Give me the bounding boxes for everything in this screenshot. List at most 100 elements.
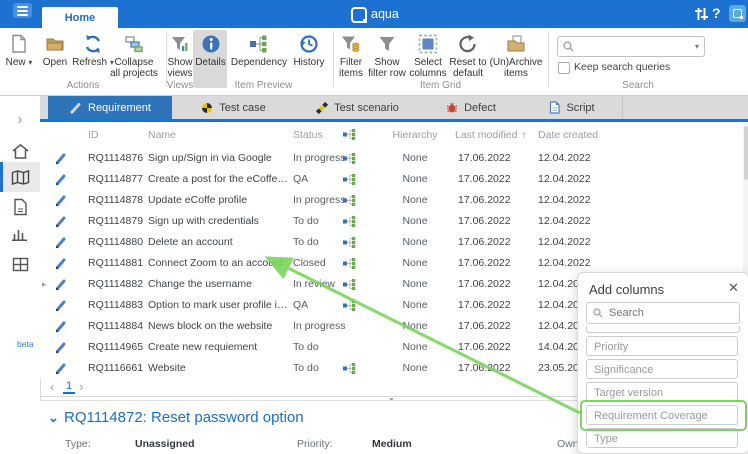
row-hierarchy: None xyxy=(380,152,450,164)
table-row[interactable]: RQ1114879 Sign up with credentials To do… xyxy=(40,211,743,232)
popup-search-box xyxy=(586,302,740,324)
group-separator xyxy=(548,31,549,87)
tab-test-scenario[interactable]: Test scenario xyxy=(295,96,421,119)
row-last-modified: 17.06.2022 xyxy=(458,341,511,353)
table-row[interactable]: RQ1114878 Update eCoffe profile In progr… xyxy=(40,190,743,211)
search-input[interactable] xyxy=(578,40,695,54)
aqua-logo-icon xyxy=(351,7,367,23)
dependency-indicator-icon xyxy=(343,174,356,185)
row-id: RQ1114884 xyxy=(88,320,143,332)
row-id: RQ1114882 xyxy=(88,278,143,290)
table-row[interactable]: RQ1114880 Delete an account To do None 1… xyxy=(40,232,743,253)
table-row[interactable]: RQ1114877 Create a post for the eCoffee … xyxy=(40,169,743,190)
collapse-chevron-icon[interactable] xyxy=(48,410,59,426)
column-item-type[interactable]: Type xyxy=(586,428,738,448)
search-dropdown-caret-icon[interactable] xyxy=(695,42,699,51)
table-row[interactable]: RQ1114881 Connect Zoom to an account Clo… xyxy=(40,253,743,274)
row-id: RQ1114877 xyxy=(88,173,143,185)
sidebar-item-reports[interactable] xyxy=(0,218,40,248)
keep-search-queries-checkbox[interactable] xyxy=(558,62,570,74)
column-header-date-created[interactable]: Date created xyxy=(538,129,598,141)
ribbon-tab-home[interactable]: Home xyxy=(42,7,118,28)
row-hierarchy: None xyxy=(380,341,450,353)
requirement-icon xyxy=(54,362,67,375)
tab-requirement[interactable]: Requirement xyxy=(48,96,172,119)
group-label-item-preview: Item Preview xyxy=(194,80,333,91)
item-type-tabstrip: Requirement Test case Test scenario Defe… xyxy=(40,96,748,119)
requirement-icon xyxy=(54,215,67,228)
row-name: Sign up with credentials xyxy=(148,215,290,227)
search-icon xyxy=(593,308,603,318)
settings-sliders-icon[interactable] xyxy=(694,7,709,21)
chat-icon[interactable] xyxy=(729,5,746,22)
grid-header: ID Name Status Hierarchy Last modified D… xyxy=(40,122,743,149)
open-folder-icon xyxy=(44,33,66,55)
row-status: In progress xyxy=(293,152,346,164)
hamburger-menu-icon[interactable] xyxy=(13,3,32,18)
row-name: Option to mark user profile informati... xyxy=(148,299,290,311)
defect-bug-icon xyxy=(446,102,458,114)
column-item-priority[interactable]: Priority xyxy=(586,336,738,356)
sidebar-item-projects[interactable] xyxy=(0,162,40,192)
refresh-icon xyxy=(82,33,104,55)
group-label-views: Views xyxy=(166,80,194,91)
row-last-modified: 17.06.2022 xyxy=(458,320,511,332)
priority-value: Medium xyxy=(372,438,412,450)
home-icon xyxy=(11,143,30,160)
column-item-significance[interactable]: Significance xyxy=(586,359,738,379)
row-status: Closed xyxy=(293,257,326,269)
popup-search-input[interactable] xyxy=(607,306,739,320)
page-number[interactable]: 1 xyxy=(63,380,75,394)
column-header-dependency-icon[interactable] xyxy=(343,129,356,140)
dropdown-caret-icon xyxy=(28,58,32,67)
close-icon[interactable] xyxy=(728,280,739,296)
tab-test-case[interactable]: Test case xyxy=(172,96,296,119)
tab-script[interactable]: Script xyxy=(522,96,623,119)
row-id: RQ1114965 xyxy=(88,341,143,353)
column-header-hierarchy[interactable]: Hierarchy xyxy=(380,129,450,141)
row-expander-icon[interactable] xyxy=(42,279,47,290)
app-title: aqua xyxy=(371,7,399,21)
bar-chart-icon xyxy=(11,226,29,241)
row-id: RQ1114879 xyxy=(88,215,143,227)
row-id: RQ1114878 xyxy=(88,194,143,206)
column-header-status[interactable]: Status xyxy=(293,129,323,141)
column-header-last-modified[interactable]: Last modified xyxy=(455,129,526,141)
column-item-requirement-coverage[interactable]: Requirement Coverage xyxy=(586,405,738,425)
column-header-name[interactable]: Name xyxy=(148,129,176,141)
history-clock-icon xyxy=(298,33,320,55)
row-name: News block on the website xyxy=(148,320,290,332)
script-icon xyxy=(549,101,560,114)
collapse-projects-icon xyxy=(123,33,145,55)
row-last-modified: 17.06.2022 xyxy=(458,257,511,269)
search-icon xyxy=(563,41,574,52)
show-views-icon xyxy=(169,33,191,55)
row-status: QA xyxy=(293,299,308,311)
tab-defect[interactable]: Defect xyxy=(420,96,523,119)
test-scenario-icon xyxy=(316,102,328,114)
row-date-created: 12.04.2022 xyxy=(538,257,591,269)
help-icon[interactable] xyxy=(712,5,721,21)
ribbon-search-box xyxy=(557,36,705,57)
column-item-target-version[interactable]: Target version xyxy=(586,382,738,402)
dependency-indicator-icon xyxy=(343,195,356,206)
sidebar-expand-button[interactable] xyxy=(0,104,40,134)
vertical-scrollbar-thumb[interactable] xyxy=(744,126,748,180)
row-name: Change the username xyxy=(148,278,290,290)
page-previous-icon[interactable]: ‹ xyxy=(50,379,54,394)
page-next-icon[interactable]: › xyxy=(79,379,83,394)
new-document-icon xyxy=(8,33,30,55)
column-header-id[interactable]: ID xyxy=(88,129,99,141)
ribbon-toolbar: New Open Refresh Collapse all projects xyxy=(0,28,748,96)
aqua-app-window: Home aqua New Open xyxy=(0,0,748,454)
archive-folder-icon xyxy=(505,33,527,55)
group-label-search: Search xyxy=(548,80,728,91)
sidebar-item-boards[interactable] xyxy=(0,249,40,279)
table-row[interactable]: RQ1114876 Sign up/Sign in via Google In … xyxy=(40,148,743,169)
preview-item-title[interactable]: RQ1114872: Reset password option xyxy=(64,409,304,426)
row-name: Delete an account xyxy=(148,236,290,248)
row-date-created: 12.04.2022 xyxy=(538,215,591,227)
row-last-modified: 17.06.2022 xyxy=(458,173,511,185)
row-last-modified: 17.06.2022 xyxy=(458,299,511,311)
row-date-created: 12.04.2022 xyxy=(538,194,591,206)
